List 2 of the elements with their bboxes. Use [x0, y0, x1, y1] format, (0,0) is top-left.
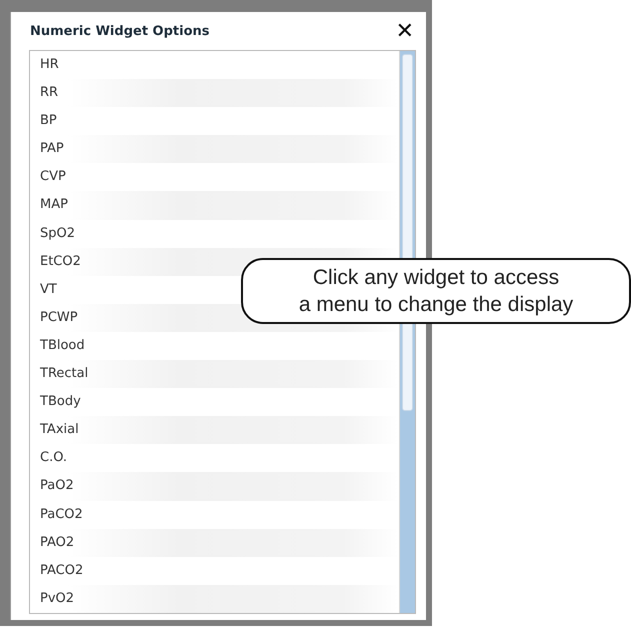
- dialog-title: Numeric Widget Options: [30, 24, 210, 38]
- close-button[interactable]: ✕: [392, 18, 418, 44]
